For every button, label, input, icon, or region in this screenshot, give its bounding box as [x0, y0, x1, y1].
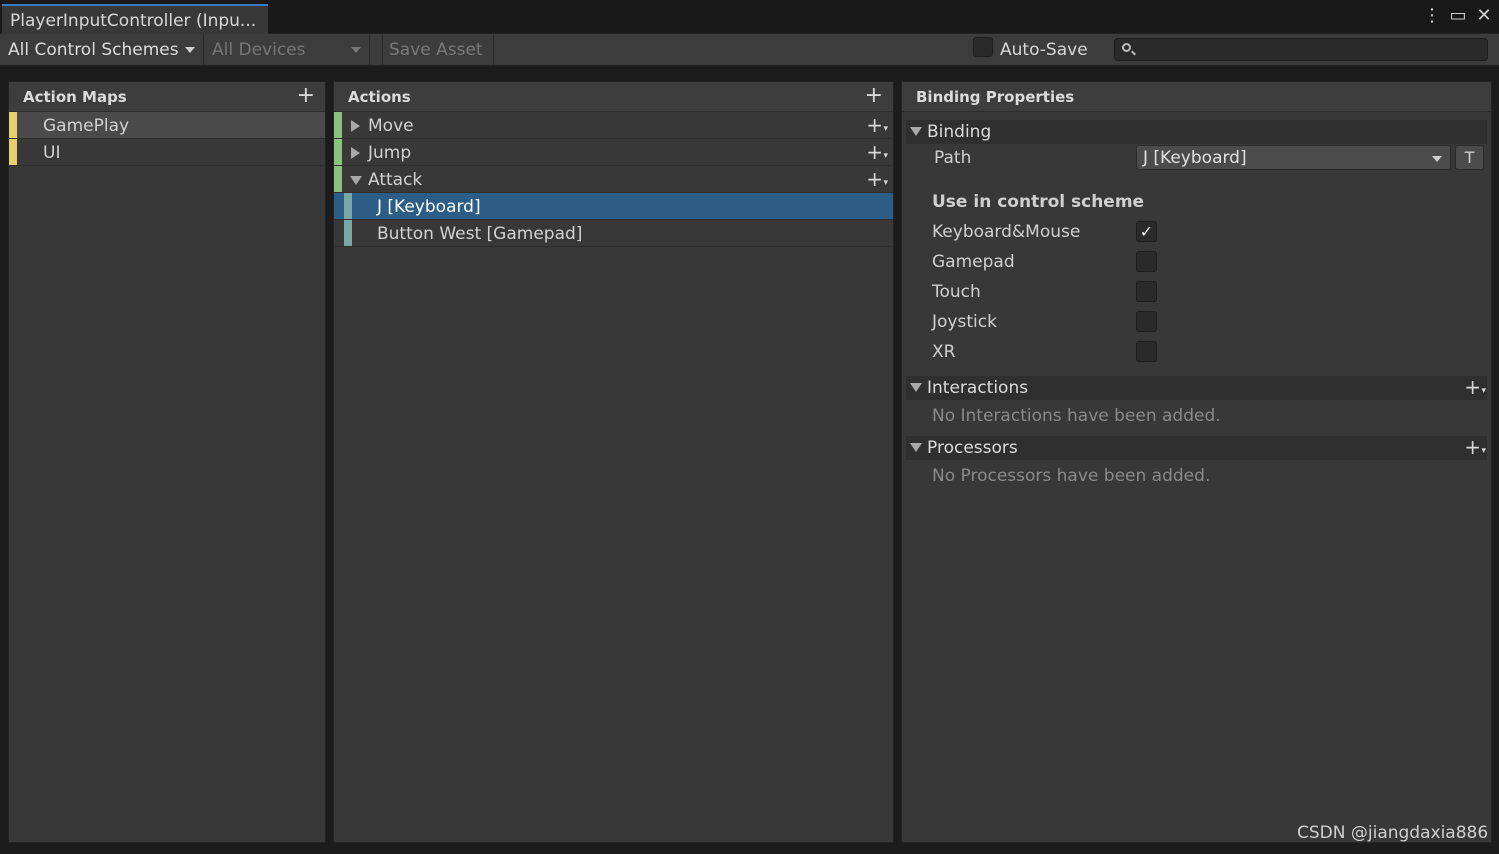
- control-scheme-title: Use in control scheme: [932, 192, 1145, 212]
- expand-arrow-icon[interactable]: [351, 147, 360, 159]
- kebab-menu-icon[interactable]: ⋮: [1423, 5, 1441, 26]
- path-row: Path J [Keyboard] T: [902, 144, 1491, 174]
- scheme-label: Keyboard&Mouse: [932, 222, 1081, 242]
- scheme-checkbox[interactable]: [1136, 341, 1157, 362]
- add-action-button[interactable]: +: [865, 85, 883, 107]
- interactions-section-header[interactable]: Interactions +: [906, 376, 1487, 401]
- control-schemes-dropdown[interactable]: All Control Schemes: [2, 34, 204, 65]
- search-input[interactable]: [1114, 38, 1488, 61]
- action-color-stripe: [334, 166, 342, 192]
- action-item-move[interactable]: Move +: [334, 112, 893, 139]
- collapse-arrow-icon: [910, 127, 922, 136]
- search-icon: [1122, 43, 1131, 52]
- add-interaction-button[interactable]: +: [1464, 377, 1485, 401]
- auto-save-label: Auto-Save: [1000, 40, 1088, 60]
- scheme-row-joystick: Joystick: [902, 308, 1491, 338]
- scheme-row-gamepad: Gamepad: [902, 248, 1491, 278]
- processors-section-label: Processors: [927, 438, 1018, 458]
- chevron-down-icon: [184, 47, 195, 53]
- scheme-checkbox[interactable]: ✓: [1136, 221, 1157, 242]
- add-binding-button[interactable]: +: [866, 142, 887, 166]
- path-value: J [Keyboard]: [1143, 148, 1247, 168]
- binding-label: Button West [Gamepad]: [377, 224, 583, 244]
- processors-section-header[interactable]: Processors +: [906, 436, 1487, 461]
- action-item-jump[interactable]: Jump +: [334, 139, 893, 166]
- actions-header: Actions +: [334, 82, 893, 112]
- path-dropdown[interactable]: J [Keyboard]: [1136, 145, 1451, 170]
- scheme-row-keyboard-mouse: Keyboard&Mouse ✓: [902, 218, 1491, 248]
- add-action-map-button[interactable]: +: [297, 85, 315, 107]
- binding-label: J [Keyboard]: [377, 197, 481, 217]
- collapse-arrow-icon: [910, 443, 922, 452]
- add-binding-button[interactable]: +: [866, 169, 887, 193]
- binding-color-stripe: [344, 220, 352, 246]
- action-map-label: UI: [43, 143, 61, 163]
- collapse-arrow-icon: [910, 383, 922, 392]
- action-maps-header: Action Maps +: [9, 82, 325, 112]
- action-label: Attack: [368, 170, 423, 190]
- actions-panel: Actions + Move + Jump + Attack + J [Keyb…: [333, 81, 894, 843]
- action-maps-panel: Action Maps + GamePlay UI: [8, 81, 326, 843]
- devices-label: All Devices: [212, 40, 306, 60]
- devices-dropdown[interactable]: All Devices: [206, 34, 370, 65]
- chevron-down-icon: [351, 47, 361, 53]
- control-schemes-label: All Control Schemes: [8, 40, 179, 60]
- map-color-stripe: [9, 139, 17, 165]
- actions-title: Actions: [348, 88, 411, 106]
- binding-section-label: Binding: [927, 122, 992, 142]
- scheme-label: XR: [932, 342, 956, 362]
- binding-properties-panel: Binding Properties Binding Path J [Keybo…: [901, 81, 1492, 843]
- maximize-icon[interactable]: ▭: [1449, 5, 1467, 26]
- binding-properties-header: Binding Properties: [902, 82, 1491, 112]
- binding-color-stripe: [344, 193, 352, 219]
- binding-item-button-west[interactable]: Button West [Gamepad]: [334, 220, 893, 247]
- action-color-stripe: [334, 139, 342, 165]
- interactions-section-label: Interactions: [927, 378, 1029, 398]
- save-asset-button[interactable]: Save Asset: [382, 34, 494, 65]
- scheme-checkbox[interactable]: [1136, 311, 1157, 332]
- binding-item-j-keyboard[interactable]: J [Keyboard]: [334, 193, 893, 220]
- action-label: Move: [368, 116, 414, 136]
- path-label: Path: [934, 148, 972, 168]
- close-icon[interactable]: ✕: [1475, 5, 1493, 26]
- scheme-checkbox[interactable]: [1136, 251, 1157, 272]
- scheme-label: Gamepad: [932, 252, 1015, 272]
- window-controls: ⋮ ▭ ✕: [1423, 5, 1493, 26]
- scheme-label: Joystick: [932, 312, 997, 332]
- add-binding-button[interactable]: +: [866, 115, 887, 139]
- action-map-label: GamePlay: [43, 116, 130, 136]
- text-mode-button[interactable]: T: [1455, 145, 1484, 170]
- action-item-attack[interactable]: Attack +: [334, 166, 893, 193]
- scheme-label: Touch: [932, 282, 981, 302]
- auto-save-checkbox[interactable]: [973, 37, 993, 57]
- scheme-row-touch: Touch: [902, 278, 1491, 308]
- window-tab-bar: PlayerInputController (Inpu... ⋮ ▭ ✕: [0, 0, 1499, 34]
- action-map-item-ui[interactable]: UI: [9, 139, 325, 166]
- add-processor-button[interactable]: +: [1464, 437, 1485, 461]
- action-map-item-gameplay[interactable]: GamePlay: [9, 112, 325, 139]
- action-label: Jump: [368, 143, 412, 163]
- expand-arrow-icon[interactable]: [351, 120, 360, 132]
- binding-properties-title: Binding Properties: [916, 88, 1075, 106]
- processors-empty-note: No Processors have been added.: [932, 466, 1211, 486]
- action-color-stripe: [334, 112, 342, 138]
- interactions-empty-note: No Interactions have been added.: [932, 406, 1221, 426]
- toolbar: All Control Schemes All Devices Save Ass…: [0, 34, 1499, 66]
- scheme-row-xr: XR: [902, 338, 1491, 368]
- chevron-down-icon: [1432, 156, 1442, 162]
- map-color-stripe: [9, 112, 17, 138]
- scheme-checkbox[interactable]: [1136, 281, 1157, 302]
- action-maps-title: Action Maps: [23, 88, 127, 106]
- window-tab[interactable]: PlayerInputController (Inpu...: [2, 4, 268, 34]
- binding-section-header[interactable]: Binding: [906, 120, 1487, 144]
- collapse-arrow-icon[interactable]: [350, 176, 362, 185]
- watermark-text: CSDN @jiangdaxia886: [1297, 823, 1489, 843]
